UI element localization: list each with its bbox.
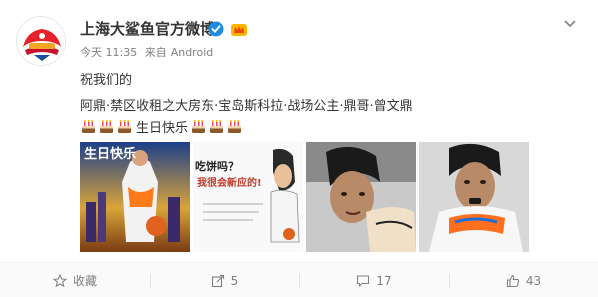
post-image-2[interactable]: 吃饼吗？ 我很会新应的! bbox=[193, 142, 303, 252]
comment-count: 17 bbox=[376, 273, 392, 288]
birthday-cake-icon bbox=[190, 118, 207, 135]
birthday-cake-icon bbox=[226, 118, 243, 135]
source-prefix: 来自 bbox=[144, 46, 167, 59]
poster-headline-1: 吃饼吗？ bbox=[195, 159, 239, 173]
post-meta: 今天 11:35 来自 Android bbox=[80, 44, 217, 60]
favorite-label: 收藏 bbox=[72, 274, 97, 288]
action-bar: 收藏 5 17 43 bbox=[0, 262, 598, 297]
post-image-1[interactable]: 生日快乐 bbox=[80, 142, 190, 252]
sharks-logo-icon bbox=[18, 18, 65, 65]
share-button[interactable]: 5 bbox=[150, 263, 299, 297]
post-text-line-1: 祝我们的 bbox=[80, 73, 133, 88]
birthday-cake-icon bbox=[80, 118, 97, 135]
share-count: 5 bbox=[230, 273, 239, 288]
post-text-line-2: 阿鼎·禁区收租之大房东·宝岛斯科拉·战场公主·鼎哥·曾文鼎 bbox=[80, 99, 413, 114]
avatar[interactable] bbox=[16, 16, 66, 66]
thumbs-up-icon bbox=[506, 274, 519, 287]
birthday-cake-icon bbox=[116, 118, 133, 135]
author-name[interactable]: 上海大鲨鱼官方微博 bbox=[80, 18, 215, 39]
member-crown-icon[interactable] bbox=[230, 21, 248, 37]
weibo-post-card: 上海大鲨鱼官方微博 今天 11:35 来自 Android 祝我们的 阿鼎·禁区收… bbox=[0, 0, 598, 297]
post-image-3[interactable] bbox=[306, 142, 416, 252]
birthday-text: 生日快乐 bbox=[136, 120, 189, 136]
birthday-cake-icon bbox=[98, 118, 115, 135]
star-icon bbox=[52, 273, 67, 287]
post-image-4[interactable] bbox=[419, 142, 529, 252]
verified-icon bbox=[208, 21, 224, 37]
poster-caption: 生日快乐 bbox=[84, 146, 136, 162]
like-button[interactable]: 43 bbox=[449, 263, 598, 297]
comment-icon bbox=[357, 274, 370, 287]
share-icon bbox=[211, 274, 224, 287]
comment-button[interactable]: 17 bbox=[299, 263, 449, 297]
like-count: 43 bbox=[525, 273, 542, 288]
post-text-line-3: 生日快乐 bbox=[80, 117, 244, 136]
favorite-button[interactable]: 收藏 bbox=[0, 263, 150, 297]
post-source[interactable]: Android bbox=[171, 46, 214, 59]
post-time[interactable]: 今天 11:35 bbox=[80, 46, 137, 59]
poster-headline-2: 我很会新应的! bbox=[197, 176, 262, 189]
chevron-down-icon[interactable] bbox=[562, 15, 578, 31]
birthday-cake-icon bbox=[208, 118, 225, 135]
